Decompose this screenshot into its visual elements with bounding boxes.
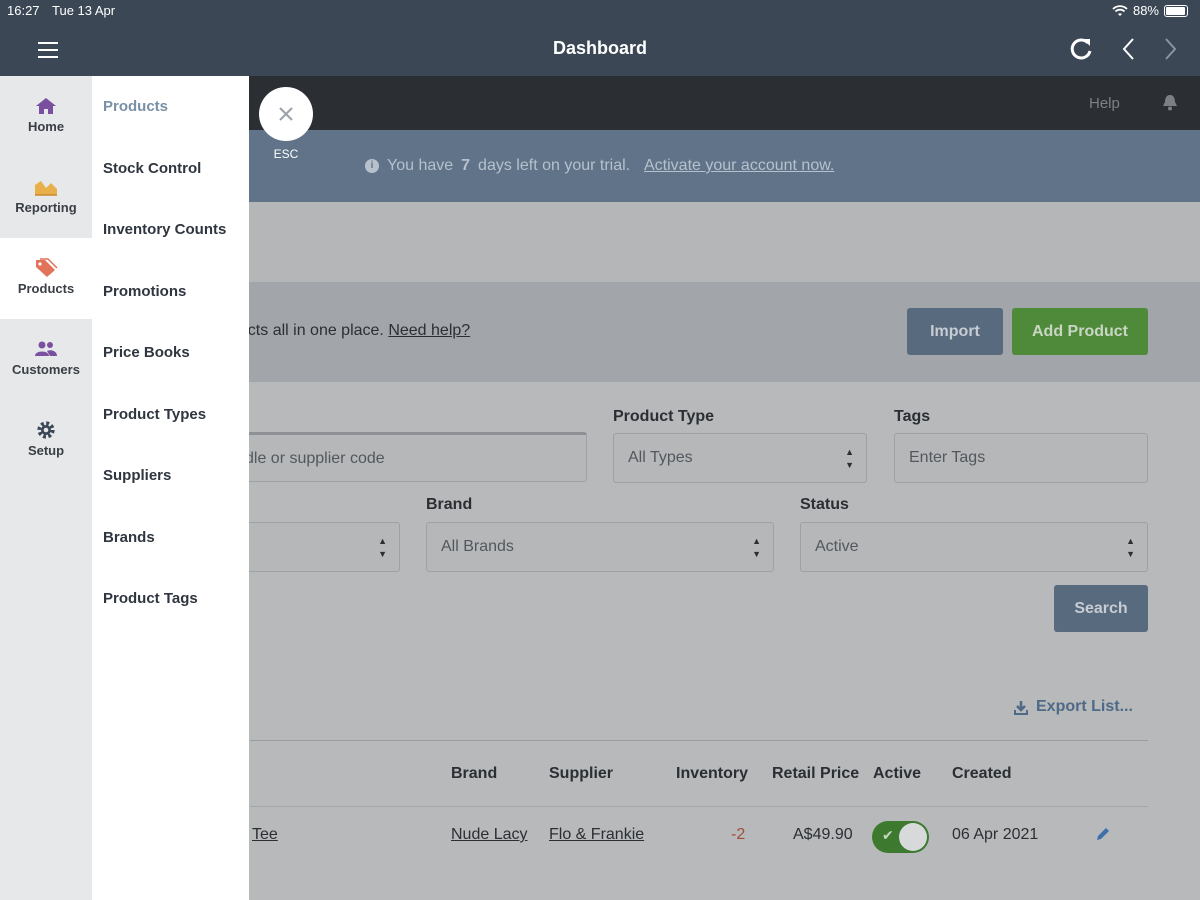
export-list-label: Export List...	[1036, 698, 1133, 715]
status-time: 16:27	[7, 3, 40, 18]
submenu-item-suppliers[interactable]: Suppliers	[103, 467, 171, 484]
gear-icon	[37, 421, 55, 439]
column-retail-price[interactable]: Retail Price	[772, 765, 859, 783]
status-bar: 16:27 Tue 13 Apr 88%	[0, 0, 1200, 22]
intro-text: ducts all in one place. Need help?	[230, 322, 470, 340]
status-date: Tue 13 Apr	[52, 3, 116, 18]
submenu-item-inventory-counts[interactable]: Inventory Counts	[103, 221, 226, 238]
status-right: 88%	[1112, 3, 1188, 18]
need-help-link[interactable]: Need help?	[388, 322, 470, 339]
retail-price-value: A$49.90	[793, 826, 853, 843]
battery-percent: 88%	[1132, 3, 1159, 18]
submenu-item-promotions[interactable]: Promotions	[103, 283, 186, 300]
people-icon	[35, 341, 57, 356]
refresh-icon[interactable]	[1068, 36, 1094, 62]
submenu-item-products[interactable]: Products	[103, 98, 168, 115]
submenu-item-product-types[interactable]: Product Types	[103, 406, 206, 423]
back-arrow-icon[interactable]	[1120, 36, 1136, 62]
brand-value: All Brands	[441, 538, 514, 555]
sidebar-item-setup[interactable]: Setup	[0, 400, 92, 481]
close-icon	[279, 107, 293, 121]
help-link[interactable]: Help	[1089, 95, 1120, 112]
status-select[interactable]: Active ▲ ▼	[800, 522, 1148, 572]
sidebar-item-label: Setup	[27, 443, 65, 458]
column-active[interactable]: Active	[873, 765, 921, 783]
submenu-item-brands[interactable]: Brands	[103, 529, 155, 546]
sidebar-item-label: Home	[27, 119, 65, 134]
intro-description: ducts all in one place.	[230, 322, 384, 339]
search-input[interactable]: dle or supplier code	[230, 432, 587, 482]
sidebar-item-products[interactable]: Products	[0, 238, 92, 319]
select-arrows-icon: ▲ ▼	[845, 447, 854, 470]
wifi-icon	[1112, 4, 1128, 16]
app-bar: Dashboard	[0, 22, 1200, 76]
import-button[interactable]: Import	[907, 308, 1003, 355]
sidebar-item-home[interactable]: Home	[0, 76, 92, 157]
table-divider	[250, 806, 1148, 807]
product-type-select[interactable]: All Types ▲ ▼	[613, 433, 867, 483]
sidebar-item-label: Customers	[12, 362, 80, 377]
tags-label: Tags	[894, 408, 931, 425]
brand-label: Brand	[426, 496, 473, 513]
battery-icon	[1164, 4, 1188, 17]
search-button[interactable]: Search	[1054, 585, 1148, 632]
active-toggle[interactable]: ✔	[872, 821, 929, 853]
close-menu-button[interactable]	[259, 87, 313, 141]
download-icon	[1014, 700, 1028, 715]
brand-select[interactable]: All Brands ▲ ▼	[426, 522, 774, 572]
trial-text-after: days left on your trial.	[478, 157, 631, 174]
add-product-button[interactable]: Add Product	[1012, 308, 1148, 355]
products-submenu: Products Stock Control Inventory Counts …	[92, 76, 249, 900]
page-title: Dashboard	[552, 38, 648, 58]
supplier-link[interactable]: Flo & Frankie	[549, 826, 644, 844]
sidebar-item-reporting[interactable]: Reporting	[0, 157, 92, 238]
table-divider	[250, 740, 1148, 741]
forward-arrow-icon[interactable]	[1163, 36, 1179, 62]
search-placeholder: dle or supplier code	[245, 450, 385, 467]
sidebar-item-label: Products	[17, 281, 75, 296]
brand-link[interactable]: Nude Lacy	[451, 826, 528, 844]
toggle-knob	[899, 823, 927, 851]
category-select[interactable]: ▲ ▼	[230, 522, 400, 572]
bell-icon[interactable]	[1162, 94, 1178, 111]
column-supplier[interactable]: Supplier	[549, 765, 613, 783]
pencil-icon[interactable]	[1095, 826, 1111, 842]
submenu-item-stock-control[interactable]: Stock Control	[103, 160, 201, 177]
inventory-value: -2	[731, 826, 746, 843]
info-icon: i	[365, 159, 379, 173]
submenu-item-product-tags[interactable]: Product Tags	[103, 590, 198, 607]
trial-message: i You have 7 days left on your trial.	[365, 157, 630, 175]
sidebar-item-customers[interactable]: Customers	[0, 319, 92, 400]
trial-days: 7	[461, 157, 471, 174]
select-arrows-icon: ▲ ▼	[378, 536, 387, 559]
chart-icon	[35, 181, 57, 196]
activate-account-link[interactable]: Activate your account now.	[644, 157, 834, 175]
trial-text-before: You have	[387, 157, 454, 174]
product-type-label: Product Type	[613, 408, 715, 425]
sidebar-rail: Home Reporting Products Customers Setup	[0, 76, 92, 900]
created-date: 06 Apr 2021	[952, 826, 1039, 843]
sidebar-item-label: Reporting	[15, 200, 77, 215]
esc-label: ESC	[273, 147, 299, 161]
column-created[interactable]: Created	[952, 765, 1012, 783]
status-value: Active	[815, 538, 859, 555]
export-list-button[interactable]: Export List...	[1014, 698, 1133, 716]
product-type-value: All Types	[628, 449, 693, 466]
tags-input[interactable]: Enter Tags	[894, 433, 1148, 483]
column-inventory[interactable]: Inventory	[676, 765, 748, 783]
status-label: Status	[800, 496, 849, 513]
check-icon: ✔	[882, 827, 894, 843]
column-brand[interactable]: Brand	[451, 765, 497, 783]
home-icon	[36, 98, 56, 114]
select-arrows-icon: ▲ ▼	[752, 536, 761, 559]
select-arrows-icon: ▲ ▼	[1126, 536, 1135, 559]
submenu-item-price-books[interactable]: Price Books	[103, 344, 190, 361]
tag-icon	[36, 258, 58, 277]
tags-placeholder: Enter Tags	[909, 449, 986, 466]
product-name-link[interactable]: Tee	[252, 826, 278, 844]
